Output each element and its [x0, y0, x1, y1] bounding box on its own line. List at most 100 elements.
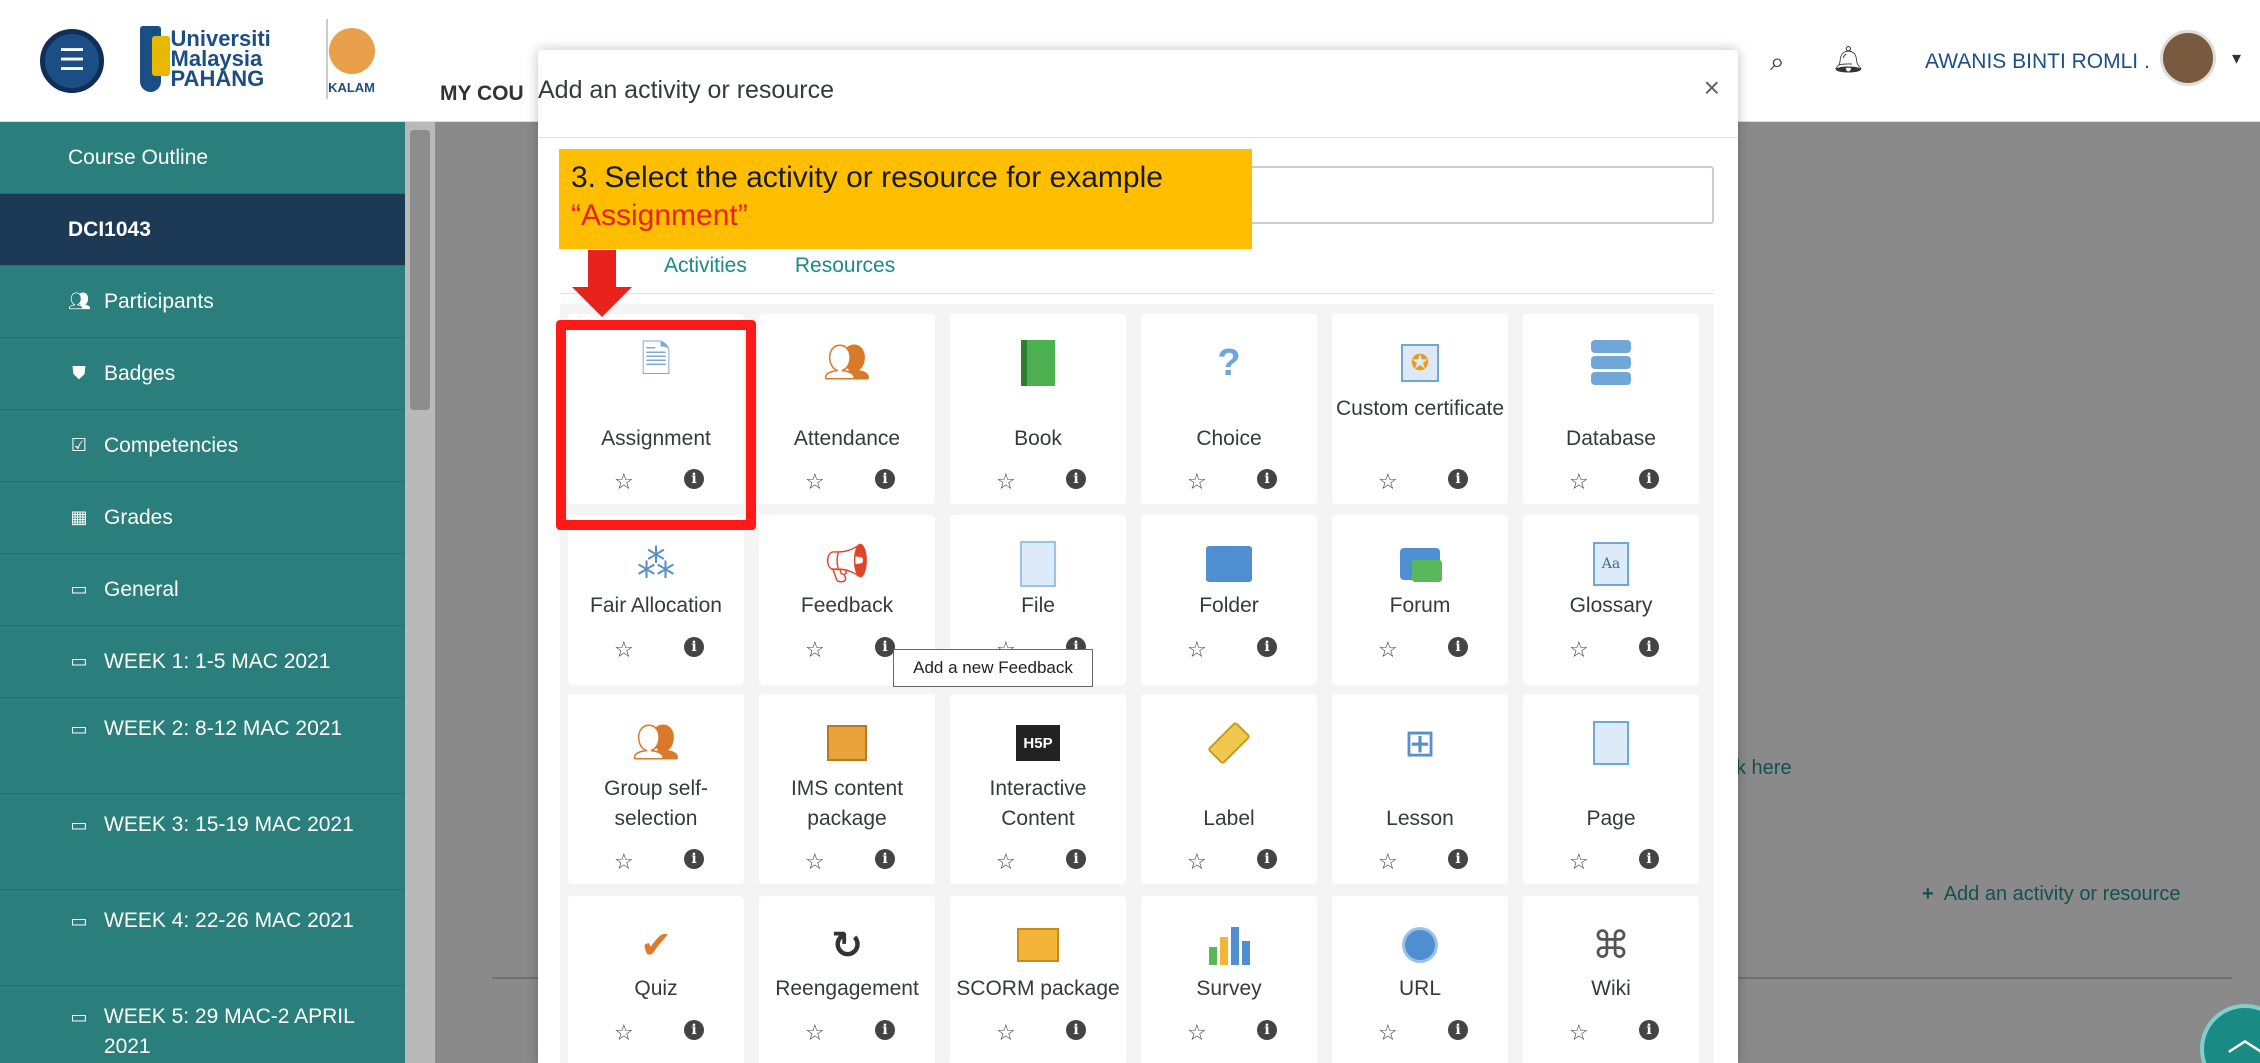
tile-custom-certificate[interactable]: ✪ Custom certificate ☆ i: [1332, 314, 1508, 504]
info-icon[interactable]: i: [875, 1020, 895, 1040]
add-activity-label: Add an activity or resource: [1943, 883, 2181, 905]
university-logo[interactable]: Universiti Malaysia PAHANG KALAM: [140, 14, 375, 104]
info-icon[interactable]: i: [875, 849, 895, 869]
chevron-down-icon[interactable]: ▾: [2232, 48, 2241, 69]
tile-forum[interactable]: Forum ☆ i: [1332, 515, 1508, 685]
sidebar-item-badges[interactable]: ⛊ Badges: [0, 338, 405, 410]
star-icon[interactable]: ☆: [805, 637, 825, 663]
star-icon[interactable]: ☆: [1569, 849, 1589, 875]
sidebar-item-week-3[interactable]: ▭ WEEK 3: 15-19 MAC 2021: [0, 794, 405, 890]
star-icon[interactable]: ☆: [996, 469, 1016, 495]
info-icon[interactable]: i: [1448, 849, 1468, 869]
info-icon[interactable]: i: [875, 469, 895, 489]
tile-page[interactable]: Page ☆ i: [1523, 694, 1699, 884]
tile-book[interactable]: Book ☆ i: [950, 314, 1126, 504]
sidebar-item-label: WEEK 3: 15-19 MAC 2021: [104, 813, 354, 836]
tile-glossary[interactable]: Aa Glossary ☆ i: [1523, 515, 1699, 685]
tile-label-resource[interactable]: Label ☆ i: [1141, 694, 1317, 884]
star-icon[interactable]: ☆: [1187, 1020, 1207, 1046]
glossary-icon: Aa: [1586, 539, 1636, 589]
bell-icon[interactable]: 🔔︎: [1832, 44, 1865, 75]
tile-database[interactable]: Database ☆ i: [1523, 314, 1699, 504]
sidebar-item-week-4[interactable]: ▭ WEEK 4: 22-26 MAC 2021: [0, 890, 405, 986]
user-name[interactable]: AWANIS BINTI ROMLI .: [1925, 50, 2150, 74]
tile-choice[interactable]: ? Choice ☆ i: [1141, 314, 1317, 504]
star-icon[interactable]: ☆: [996, 1020, 1016, 1046]
info-icon[interactable]: i: [1257, 469, 1277, 489]
star-icon[interactable]: ☆: [1187, 637, 1207, 663]
info-icon[interactable]: i: [684, 849, 704, 869]
star-icon[interactable]: ☆: [1569, 1020, 1589, 1046]
sidebar-item-week-1[interactable]: ▭ WEEK 1: 1-5 MAC 2021: [0, 626, 405, 698]
tile-lesson[interactable]: ⊞ Lesson ☆ i: [1332, 694, 1508, 884]
info-icon[interactable]: i: [1448, 637, 1468, 657]
info-icon[interactable]: i: [1639, 469, 1659, 489]
tile-label: Page: [1586, 807, 1636, 830]
star-icon[interactable]: ☆: [1378, 469, 1398, 495]
info-icon[interactable]: i: [1639, 849, 1659, 869]
tile-wiki[interactable]: ⌘ Wiki ☆ i: [1523, 896, 1699, 1063]
info-icon[interactable]: i: [1639, 637, 1659, 657]
tile-interactive-content[interactable]: H5P Interactive Content ☆ i: [950, 694, 1126, 884]
my-courses-link[interactable]: MY COU: [440, 82, 524, 106]
sidebar-item-grades[interactable]: ▦ Grades: [0, 482, 405, 554]
tile-folder[interactable]: Folder ☆ i: [1141, 515, 1317, 685]
star-icon[interactable]: ☆: [1569, 469, 1589, 495]
star-icon[interactable]: ☆: [614, 1020, 634, 1046]
star-icon[interactable]: ☆: [1187, 469, 1207, 495]
info-icon[interactable]: i: [1448, 469, 1468, 489]
search-icon[interactable]: ⌕: [1770, 46, 1785, 78]
sidebar-item-week-5[interactable]: ▭ WEEK 5: 29 MAC-2 APRIL 2021: [0, 986, 405, 1063]
folder-icon: ▭: [70, 1007, 88, 1027]
tile-ims-content-package[interactable]: IMS content package ☆ i: [759, 694, 935, 884]
tile-attendance[interactable]: 👥︎ Attendance ☆ i: [759, 314, 935, 504]
sidebar-item-competencies[interactable]: ☑ Competencies: [0, 410, 405, 482]
modal-title-text: Add an activity or resource: [538, 76, 834, 104]
tab-activities[interactable]: Activities: [640, 246, 771, 294]
star-icon[interactable]: ☆: [805, 1020, 825, 1046]
tile-survey[interactable]: Survey ☆ i: [1141, 896, 1317, 1063]
sidebar-item-participants[interactable]: 👥︎ Participants: [0, 266, 405, 338]
star-icon[interactable]: ☆: [805, 849, 825, 875]
sidebar-scrollbar-thumb[interactable]: [410, 130, 430, 410]
star-icon[interactable]: ☆: [614, 849, 634, 875]
tile-group-self-selection[interactable]: 👥︎ Group self-selection ☆ i: [568, 694, 744, 884]
info-icon[interactable]: i: [1448, 1020, 1468, 1040]
info-icon[interactable]: i: [684, 1020, 704, 1040]
sidebar-item-label: WEEK 4: 22-26 MAC 2021: [104, 909, 354, 932]
sidebar-item-course-code[interactable]: DCI1043: [0, 194, 405, 266]
info-icon[interactable]: i: [1257, 637, 1277, 657]
tile-reengagement[interactable]: ↻ Reengagement ☆ i: [759, 896, 935, 1063]
star-icon[interactable]: ☆: [1378, 637, 1398, 663]
star-icon[interactable]: ☆: [1569, 637, 1589, 663]
tile-url[interactable]: URL ☆ i: [1332, 896, 1508, 1063]
info-icon[interactable]: i: [1066, 469, 1086, 489]
menu-toggle-button[interactable]: ☰: [40, 29, 104, 93]
info-icon[interactable]: i: [1257, 849, 1277, 869]
info-icon[interactable]: i: [684, 637, 704, 657]
sidebar-item-general[interactable]: ▭ General: [0, 554, 405, 626]
info-icon[interactable]: i: [1639, 1020, 1659, 1040]
star-icon[interactable]: ☆: [1378, 1020, 1398, 1046]
star-icon[interactable]: ☆: [996, 849, 1016, 875]
star-icon[interactable]: ☆: [614, 637, 634, 663]
info-icon[interactable]: i: [875, 637, 895, 657]
close-button[interactable]: ×: [1704, 72, 1720, 104]
tab-resources[interactable]: Resources: [771, 246, 919, 294]
info-icon[interactable]: i: [1066, 1020, 1086, 1040]
scorm-icon: [1013, 920, 1063, 970]
info-icon[interactable]: i: [1066, 849, 1086, 869]
add-activity-link[interactable]: + Add an activity or resource: [1922, 883, 2180, 906]
sidebar-item-course-outline[interactable]: Course Outline: [0, 122, 405, 194]
tile-quiz[interactable]: ✔ Quiz ☆ i: [568, 896, 744, 1063]
star-icon[interactable]: ☆: [1187, 849, 1207, 875]
star-icon[interactable]: ☆: [805, 469, 825, 495]
quiz-icon: ✔: [640, 924, 672, 967]
tile-fair-allocation[interactable]: ⁂ Fair Allocation ☆ i: [568, 515, 744, 685]
info-icon[interactable]: i: [1257, 1020, 1277, 1040]
click-here-link[interactable]: k here: [1736, 757, 1792, 780]
tile-scorm-package[interactable]: SCORM package ☆ i: [950, 896, 1126, 1063]
avatar[interactable]: [2160, 30, 2216, 86]
sidebar-item-week-2[interactable]: ▭ WEEK 2: 8-12 MAC 2021: [0, 698, 405, 794]
star-icon[interactable]: ☆: [1378, 849, 1398, 875]
